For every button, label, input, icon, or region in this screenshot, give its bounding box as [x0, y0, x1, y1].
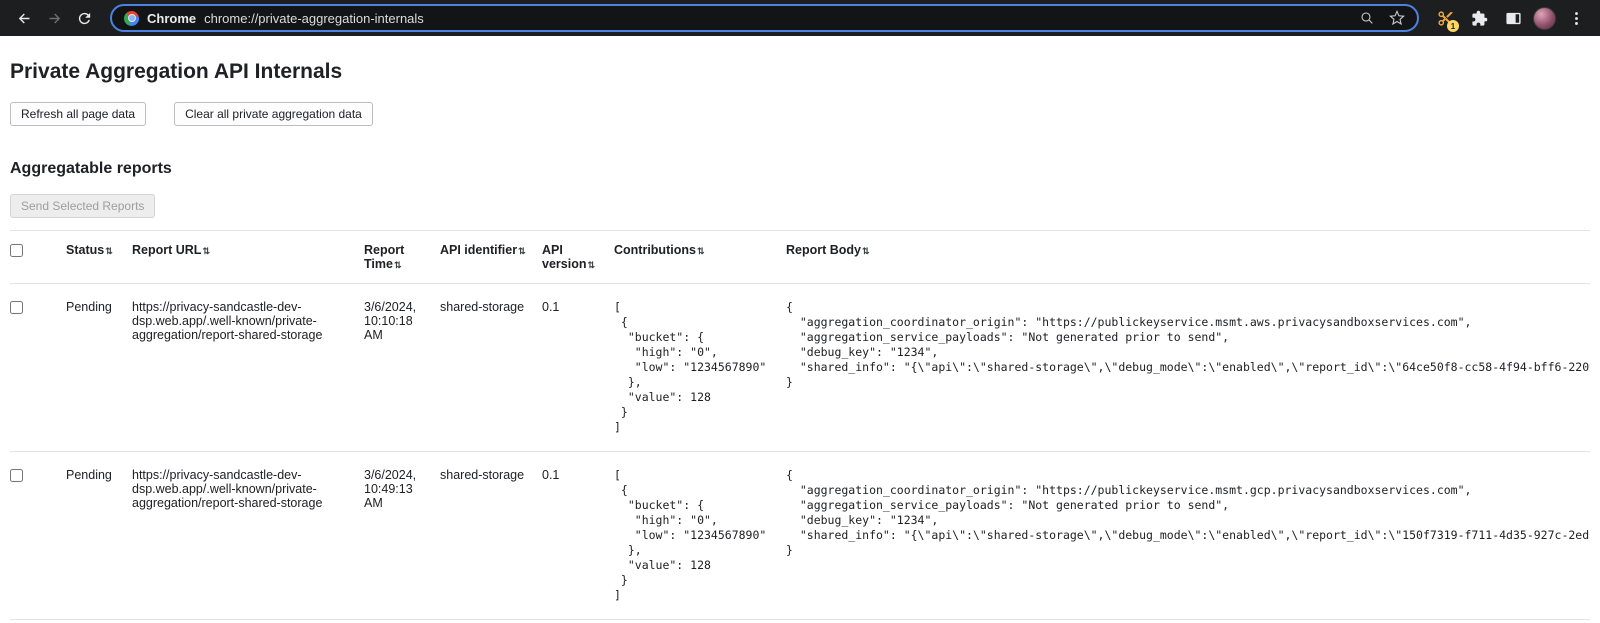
reports-toolbar: Send Selected Reports: [10, 192, 1590, 231]
contributions-cell: [ { "bucket": { "high": "0", "low": "123…: [614, 284, 786, 452]
bookmark-star-icon[interactable]: [1389, 10, 1405, 26]
report-body-cell: { "aggregation_coordinator_origin": "htt…: [786, 452, 1590, 620]
extension-badge: 1: [1447, 20, 1459, 32]
sort-icon: ⇅: [105, 246, 113, 256]
row-select-checkbox[interactable]: [10, 301, 23, 314]
kebab-menu-icon: [1568, 10, 1585, 27]
browser-menu-button[interactable]: [1562, 4, 1590, 32]
api-identifier-cell: shared-storage: [440, 452, 542, 620]
omnibox-url-text: chrome://private-aggregation-internals: [204, 11, 1351, 26]
api-version-cell: 0.1: [542, 452, 614, 620]
profile-avatar[interactable]: [1533, 7, 1556, 30]
header-report-time[interactable]: Report Time⇅: [364, 231, 440, 284]
sort-icon: ⇅: [862, 246, 870, 256]
report-body-cell: { "aggregation_coordinator_origin": "htt…: [786, 284, 1590, 452]
contributions-cell: [ { "bucket": { "high": "0", "low": "123…: [614, 452, 786, 620]
report-time-cell: 3/6/2024, 10:10:18 AM: [364, 284, 440, 452]
sort-icon: ⇅: [518, 246, 526, 256]
table-header-row: Status⇅ Report URL⇅ Report Time⇅ API ide…: [10, 231, 1590, 284]
sort-icon: ⇅: [697, 246, 705, 256]
pinned-extension-icon[interactable]: 1: [1431, 4, 1459, 32]
select-all-checkbox[interactable]: [10, 244, 23, 257]
browser-toolbar: Chrome chrome://private-aggregation-inte…: [0, 0, 1600, 36]
report-url-cell: https://privacy-sandcastle-dev-dsp.web.a…: [132, 284, 364, 452]
side-panel-icon: [1505, 10, 1522, 27]
back-arrow-icon: [16, 10, 33, 27]
extensions-puzzle-icon: [1471, 10, 1488, 27]
contributions-json: [ { "bucket": { "high": "0", "low": "123…: [614, 300, 770, 435]
back-button[interactable]: [10, 4, 38, 32]
report-body-json: { "aggregation_coordinator_origin": "htt…: [786, 468, 1574, 558]
omnibox-product-label: Chrome: [147, 11, 196, 26]
sort-icon: ⇅: [202, 246, 210, 256]
header-api-version[interactable]: API version⇅: [542, 231, 614, 284]
send-selected-button[interactable]: Send Selected Reports: [10, 194, 155, 218]
api-version-cell: 0.1: [542, 284, 614, 452]
header-report-url[interactable]: Report URL⇅: [132, 231, 364, 284]
extensions-button[interactable]: [1465, 4, 1493, 32]
zoom-icon[interactable]: [1359, 10, 1375, 26]
api-identifier-cell: shared-storage: [440, 284, 542, 452]
reports-table: Status⇅ Report URL⇅ Report Time⇅ API ide…: [10, 231, 1590, 620]
status-cell: Pending: [66, 284, 132, 452]
section-title: Aggregatable reports: [10, 160, 1590, 178]
sort-icon: ⇅: [394, 260, 402, 270]
header-api-identifier[interactable]: API identifier⇅: [440, 231, 542, 284]
forward-button[interactable]: [40, 4, 68, 32]
report-body-json: { "aggregation_coordinator_origin": "htt…: [786, 300, 1574, 390]
row-select-checkbox[interactable]: [10, 469, 23, 482]
report-time-cell: 3/6/2024, 10:49:13 AM: [364, 452, 440, 620]
status-cell: Pending: [66, 452, 132, 620]
header-report-body[interactable]: Report Body⇅: [786, 231, 1590, 284]
table-row: Pending https://privacy-sandcastle-dev-d…: [10, 284, 1590, 452]
refresh-all-button[interactable]: Refresh all page data: [10, 102, 146, 126]
header-contributions[interactable]: Contributions⇅: [614, 231, 786, 284]
page-title: Private Aggregation API Internals: [10, 60, 1590, 84]
address-bar[interactable]: Chrome chrome://private-aggregation-inte…: [110, 4, 1419, 32]
header-status[interactable]: Status⇅: [66, 231, 132, 284]
chrome-logo-icon: [124, 11, 139, 26]
table-row: Pending https://privacy-sandcastle-dev-d…: [10, 452, 1590, 620]
reload-icon: [76, 10, 93, 27]
side-panel-button[interactable]: [1499, 4, 1527, 32]
report-url-cell: https://privacy-sandcastle-dev-dsp.web.a…: [132, 452, 364, 620]
forward-arrow-icon: [46, 10, 63, 27]
sort-icon: ⇅: [587, 260, 595, 270]
reload-button[interactable]: [70, 4, 98, 32]
clear-all-button[interactable]: Clear all private aggregation data: [174, 102, 373, 126]
contributions-json: [ { "bucket": { "high": "0", "low": "123…: [614, 468, 770, 603]
